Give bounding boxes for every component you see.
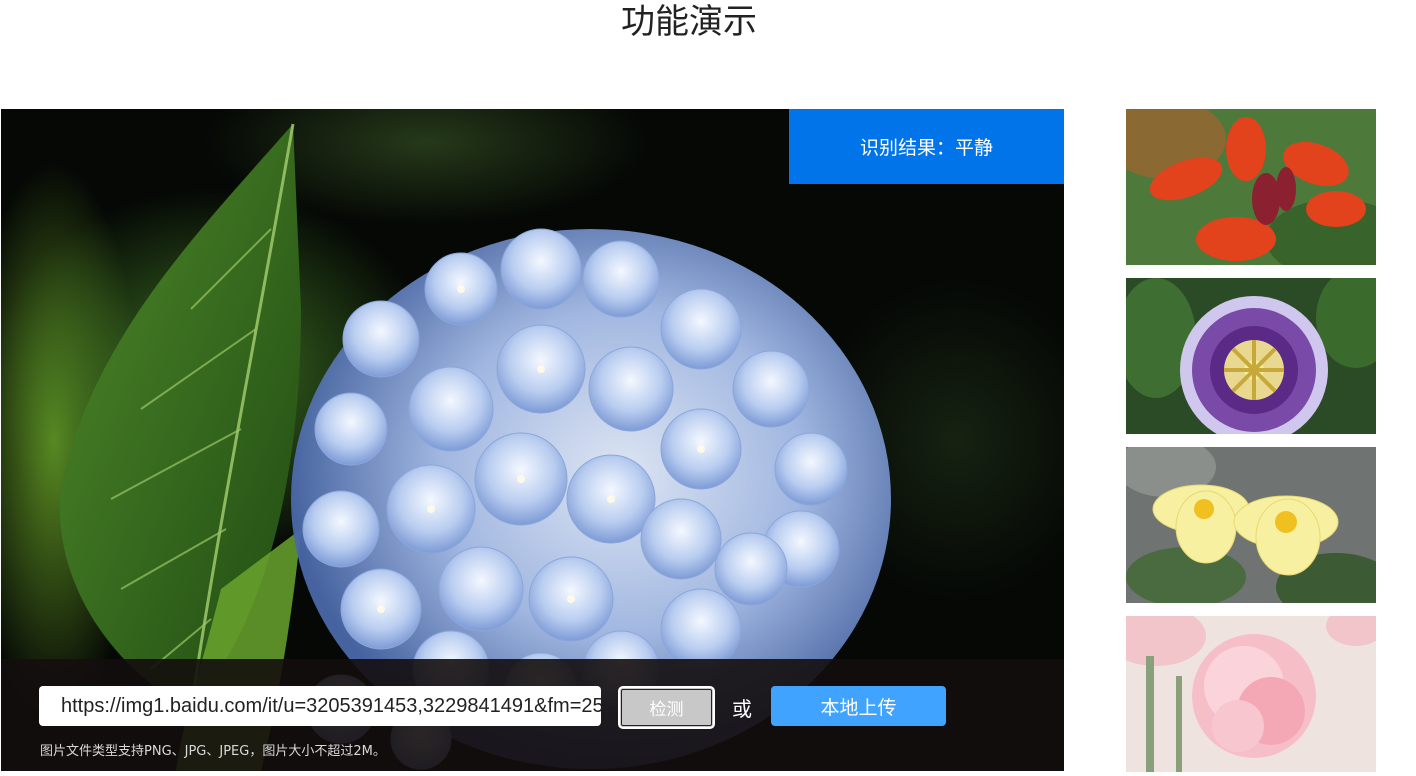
yellow-water-lily-image [1126,447,1376,603]
detect-button[interactable]: 检测 [618,686,715,729]
sample-thumbnails [1126,109,1376,776]
image-url-input[interactable]: https://img1.baidu.com/it/u=3205391453,3… [39,686,601,726]
recognition-result-badge: 识别结果：平静 [789,109,1064,184]
thumbnail-3[interactable] [1126,447,1376,603]
local-upload-button[interactable]: 本地上传 [771,686,946,726]
or-label: 或 [732,697,752,721]
thumbnail-4[interactable] [1126,616,1376,772]
upload-hint: 图片文件类型支持PNG、JPG、JPEG，图片大小不超过2M。 [40,744,386,759]
passion-flower-image [1126,278,1376,434]
thumbnail-2[interactable] [1126,278,1376,434]
control-bar: https://img1.baidu.com/it/u=3205391453,3… [1,659,1064,771]
demo-page: 功能演示 识别结果：平静 https://img1.baidu.com/it/u… [0,0,1416,776]
thumbnail-1[interactable] [1126,109,1376,265]
pink-carnation-image [1126,616,1376,772]
page-title: 功能演示 [621,2,757,42]
preview-image: 识别结果：平静 https://img1.baidu.com/it/u=3205… [1,109,1064,771]
red-wallflower-image [1126,109,1376,265]
